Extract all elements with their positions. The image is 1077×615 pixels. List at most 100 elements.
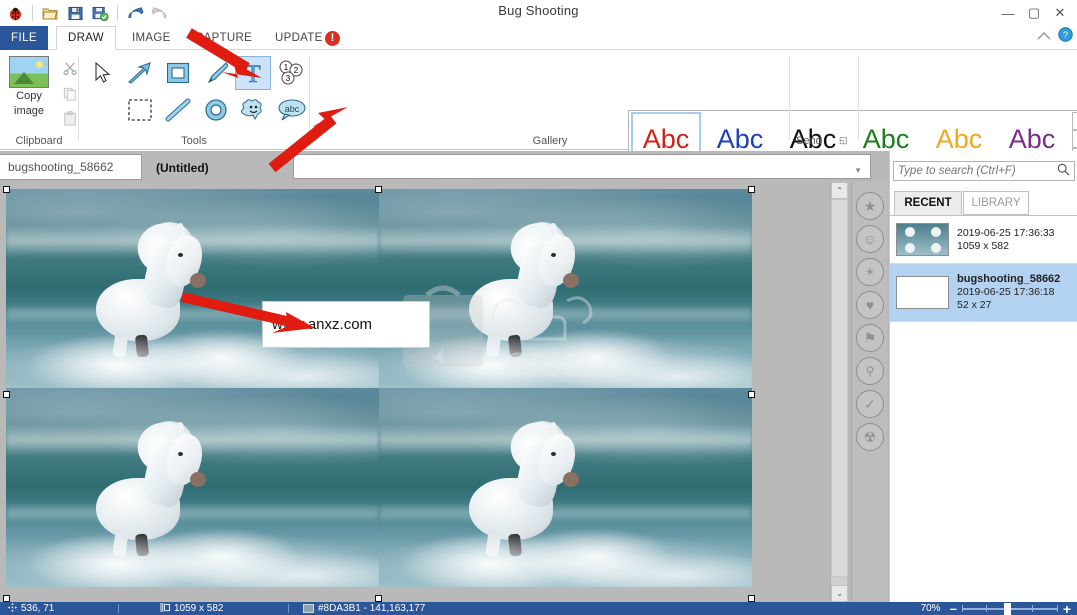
- scissors-icon[interactable]: [60, 58, 80, 78]
- item-timestamp: 2019-06-25 17:36:18: [957, 286, 1055, 298]
- move-icon: [8, 602, 17, 615]
- text-tool[interactable]: T: [235, 56, 271, 90]
- scrollbar-thumb[interactable]: [831, 199, 848, 577]
- doc-tab-bugshooting[interactable]: bugshooting_58662: [0, 154, 142, 180]
- zoom-out-button[interactable]: –: [950, 601, 957, 615]
- doc-tab-overflow-area[interactable]: ▼: [293, 154, 871, 179]
- bookmark-icon[interactable]: ⚲: [856, 357, 884, 385]
- tab-update[interactable]: UPDATE: [265, 26, 333, 50]
- smiley-icon[interactable]: ☺: [856, 225, 884, 253]
- ribbon-tab-strip: FILE DRAW IMAGE CAPTURE UPDATE !: [0, 26, 1077, 50]
- help-icon[interactable]: ?: [1058, 27, 1073, 45]
- canvas-area[interactable]: anxz.c www.anxz.com: [0, 181, 890, 602]
- numbering-tool[interactable]: 1 2 3: [275, 58, 307, 88]
- handle-middle-right[interactable]: [748, 391, 755, 398]
- status-divider-1: [118, 604, 119, 613]
- ribbon-group-gallery: Abc Abc Abc Abc Abc Abc ▲ ▼ ▼ Gallery: [310, 50, 1077, 168]
- tab-library[interactable]: LIBRARY: [963, 191, 1029, 215]
- dimensions-icon: [160, 602, 170, 615]
- item-title: bugshooting_58662: [957, 273, 1061, 285]
- radiation-icon[interactable]: ☢: [856, 423, 884, 451]
- callout-tool[interactable]: abc: [276, 95, 308, 125]
- minimize-button[interactable]: —: [995, 3, 1021, 23]
- heart-icon[interactable]: ♥: [856, 291, 884, 319]
- list-item[interactable]: bugshooting_58662 2019-06-25 17:36:18 52…: [890, 264, 1077, 322]
- text-annotation-box[interactable]: www.anxz.com: [262, 301, 430, 348]
- tab-draw[interactable]: DRAW: [56, 26, 116, 50]
- send-group-label: Send: [796, 135, 822, 147]
- arrow-tool[interactable]: [124, 58, 156, 88]
- recent-list[interactable]: 2019-06-25 17:36:33 1059 x 582 bugshooti…: [890, 215, 1077, 595]
- star-icon[interactable]: ★: [856, 192, 884, 220]
- right-panel-tabs: RECENT LIBRARY: [890, 191, 1077, 215]
- line-tool[interactable]: [162, 95, 194, 125]
- canvas-vertical-scrollbar[interactable]: ⌃ ⌄: [830, 182, 848, 602]
- zoom-slider-thumb[interactable]: [1003, 602, 1011, 615]
- item-size: 1059 x 582: [957, 239, 1009, 252]
- zoom-control[interactable]: 70% – +: [921, 601, 1071, 615]
- ribbon-group-tools: T 1 2 3 abc Tools: [79, 50, 309, 150]
- maximize-button[interactable]: ▢: [1021, 3, 1047, 23]
- gallery-scroll-up-button[interactable]: ▲: [1072, 112, 1077, 130]
- gallery-scroll-down-button[interactable]: ▼: [1072, 130, 1077, 148]
- color-value-text: #8DA3B1 - 141,163,177: [318, 603, 426, 614]
- handle-top-right[interactable]: [748, 186, 755, 193]
- search-icon[interactable]: [1057, 163, 1070, 179]
- zoom-in-button[interactable]: +: [1063, 601, 1071, 615]
- handle-top-left[interactable]: [3, 186, 10, 193]
- gallery-style-purple-label: Abc: [1008, 123, 1056, 154]
- paste-icon: [60, 108, 80, 128]
- marquee-tool[interactable]: [124, 95, 156, 125]
- window-controls: — ▢ ✕: [995, 3, 1073, 23]
- svg-text:?: ?: [1063, 30, 1068, 40]
- zoom-slider-track[interactable]: [961, 602, 1058, 615]
- stamp-icon-rail: ★ ☺ ☀ ♥ ⚑ ⚲ ✓ ☢: [851, 182, 887, 602]
- list-item[interactable]: 2019-06-25 17:36:33 1059 x 582: [890, 216, 1077, 264]
- flag-icon[interactable]: ⚑: [856, 324, 884, 352]
- copy-image-button[interactable]: Copy image: [4, 56, 54, 118]
- svg-text:T: T: [245, 61, 260, 86]
- ellipse-tool[interactable]: [200, 95, 232, 125]
- send-dialog-launcher[interactable]: ◱: [839, 135, 848, 146]
- item-size: 52 x 27: [957, 299, 992, 311]
- handle-bottom-left[interactable]: [3, 595, 10, 602]
- status-divider-2: [288, 604, 289, 613]
- handle-top-center[interactable]: [375, 186, 382, 193]
- tools-group-label: Tools: [181, 135, 207, 147]
- search-input[interactable]: [898, 165, 1057, 177]
- obfuscate-tool[interactable]: [238, 95, 270, 125]
- item-thumbnail: [896, 223, 949, 256]
- item-meta: bugshooting_58662 2019-06-25 17:36:18 52…: [957, 273, 1060, 312]
- collapse-ribbon-icon[interactable]: [1036, 28, 1052, 44]
- scroll-up-button[interactable]: ⌃: [831, 182, 848, 199]
- svg-text:1: 1: [284, 63, 289, 72]
- svg-text:3: 3: [286, 74, 291, 83]
- status-bar: 536, 71 1059 x 582 #8DA3B1 - 141,163,177…: [0, 601, 1077, 615]
- pen-tool[interactable]: [200, 58, 232, 88]
- clipboard-group-label: Clipboard: [15, 135, 63, 147]
- tab-image[interactable]: IMAGE: [122, 26, 181, 50]
- check-icon[interactable]: ✓: [856, 390, 884, 418]
- title-bar: Bug Shooting — ▢ ✕: [0, 0, 1077, 26]
- doc-tab-untitled[interactable]: (Untitled): [146, 153, 291, 182]
- search-box[interactable]: [893, 161, 1075, 181]
- item-meta: 2019-06-25 17:36:33 1059 x 582: [957, 227, 1055, 253]
- tab-file[interactable]: FILE: [0, 26, 48, 50]
- lightbulb-icon[interactable]: ☀: [856, 258, 884, 286]
- select-cursor-tool[interactable]: [86, 58, 118, 88]
- tab-recent[interactable]: RECENT: [894, 191, 962, 215]
- handle-bottom-center[interactable]: [375, 595, 382, 602]
- tab-capture[interactable]: CAPTURE: [185, 26, 262, 50]
- status-cursor-position: 536, 71: [8, 602, 54, 615]
- copy-image-label-line1: Copy: [16, 90, 42, 102]
- chevron-down-icon[interactable]: ▼: [854, 166, 862, 175]
- update-alert-badge[interactable]: !: [325, 31, 340, 46]
- handle-bottom-right[interactable]: [748, 595, 755, 602]
- scroll-down-button[interactable]: ⌄: [831, 585, 848, 602]
- status-image-size: 1059 x 582: [160, 602, 224, 615]
- image-canvas[interactable]: anxz.c www.anxz.com: [6, 189, 752, 587]
- rectangle-tool[interactable]: [162, 58, 194, 88]
- ribbon-right-controls: ?: [1036, 27, 1073, 45]
- handle-middle-left[interactable]: [3, 391, 10, 398]
- close-button[interactable]: ✕: [1047, 3, 1073, 23]
